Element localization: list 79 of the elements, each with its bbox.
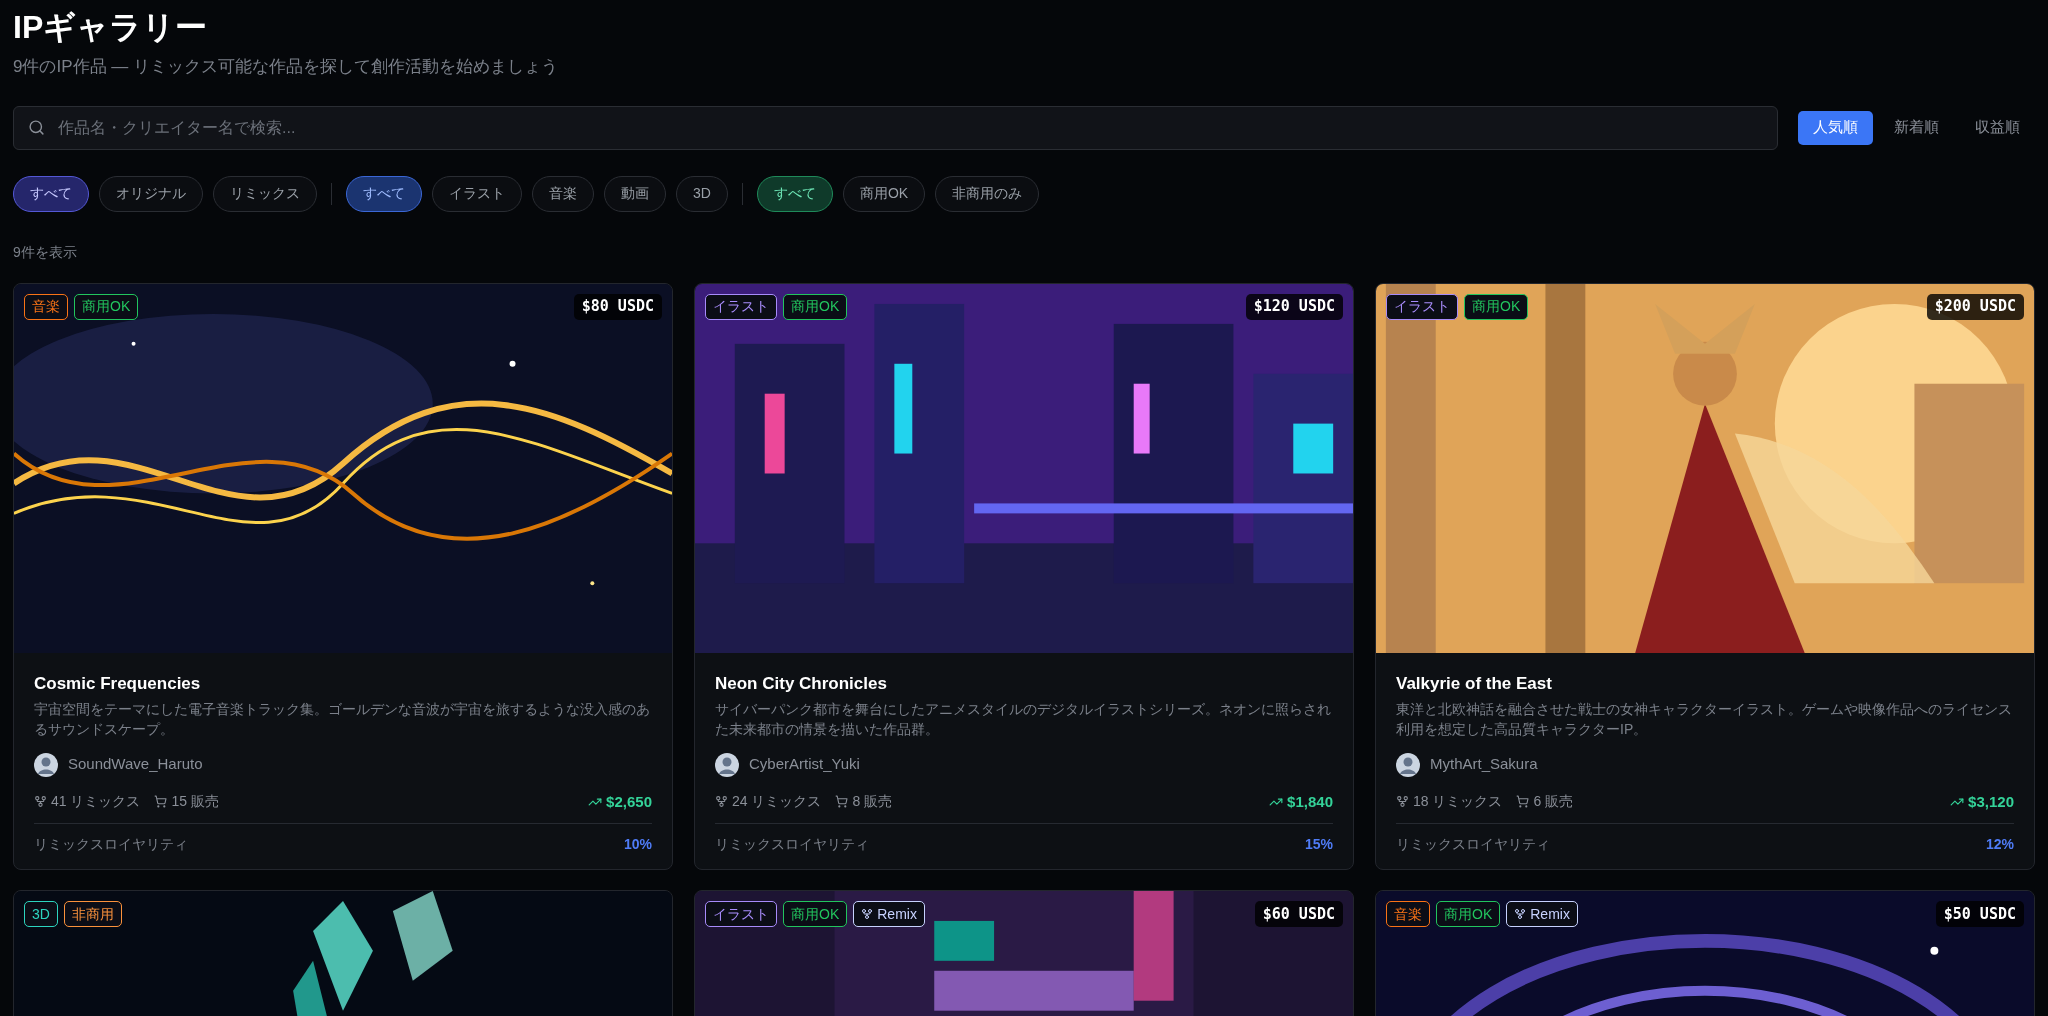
avatar-icon — [1396, 752, 1420, 777]
sales-count: 8 販売 — [852, 792, 893, 812]
fork-icon — [861, 908, 874, 920]
tag: 非商用 — [63, 901, 122, 927]
sales-count: 6 販売 — [1533, 792, 1574, 812]
card-title: Cosmic Frequencies — [34, 672, 202, 695]
royalty-label: リミックスロイヤリティ — [1396, 835, 1550, 854]
royalty-label: リミックスロイヤリティ — [34, 835, 188, 854]
remix-tag: Remix — [853, 901, 925, 927]
filter-chip[interactable]: イラスト — [432, 175, 522, 212]
sales-count: 15 販売 — [171, 792, 219, 812]
royalty-label: リミックスロイヤリティ — [715, 835, 869, 854]
card-description: サイバーパンク都市を舞台にしたアニメスタイルのデジタルイラストシリーズ。ネオンに照らされた未来都市の情景を描いた作品群。 — [715, 699, 1332, 739]
sort-tab[interactable]: 新着順 — [1879, 110, 1954, 145]
filter-chip[interactable]: オリジナル — [99, 175, 203, 212]
tag: イラスト — [705, 901, 777, 927]
tag: イラスト — [705, 293, 777, 320]
filter-chip[interactable]: 3D — [676, 175, 728, 212]
card-title: Valkyrie of the East — [1396, 672, 1553, 695]
remix-tag: Remix — [1506, 901, 1578, 927]
artwork-card[interactable]: イラスト 商用OK $120 USDC Neon City Chronicles サイバーパンク都市を舞台にしたアニメスタイルのデジタルイラストシリーズ。ネオンに照らされた未来都市の情景を描いた作品群。 CyberArtist_Yuki 24 リミックス 8 販売 $1,840 リミックスロイヤリティ 15% — [694, 282, 1354, 870]
remix-count: 41 リミックス — [51, 792, 141, 812]
creator-name[interactable]: CyberArtist_Yuki — [749, 753, 860, 776]
fork-icon — [1396, 795, 1409, 809]
royalty-rate: 12% — [1985, 835, 2014, 854]
filter-chip[interactable]: 音楽 — [532, 175, 594, 212]
remix-count: 24 リミックス — [732, 792, 822, 812]
artwork-card[interactable]: 3D 非商用 — [13, 890, 673, 1016]
artwork-card[interactable]: イラスト 商用OK $200 USDC Valkyrie of the East 東洋と北欧神話を融合させた戦士の女神キャラクターイラスト。ゲームや映像作品へのライセンス利用を想定した高品質キャラクターIP。 MythArt_Sakura 18 リミックス 6 販売 $3,120 リミックスロイヤリティ 12% — [1375, 282, 2035, 870]
price-tag: $50 USDC — [1935, 901, 2024, 927]
fork-icon — [1514, 908, 1527, 920]
cart-icon — [154, 795, 168, 809]
tag: イラスト — [1386, 293, 1458, 320]
page-title: IPギャラリー — [13, 8, 209, 47]
tag: 3D — [24, 901, 58, 927]
search-icon — [28, 118, 45, 136]
royalty-rate: 15% — [1304, 835, 1333, 854]
filter-chip[interactable]: 非商用のみ — [935, 175, 1040, 212]
tag: 商用OK — [1464, 293, 1529, 320]
price-tag: $80 USDC — [573, 293, 662, 320]
result-count: 9件を表示 — [13, 242, 78, 262]
sort-tab[interactable]: 収益順 — [1960, 110, 2035, 145]
revenue: $3,120 — [1968, 791, 2014, 812]
filter-chip[interactable]: 商用OK — [842, 175, 926, 212]
cart-icon — [835, 795, 849, 809]
search-field[interactable]: 作品名・クリエイター名で検索... — [13, 105, 1778, 150]
avatar-icon — [34, 752, 58, 777]
price-tag: $60 USDC — [1254, 901, 1343, 927]
price-tag: $200 USDC — [1926, 293, 2024, 320]
filter-chip[interactable]: すべて — [756, 175, 833, 212]
tag: 商用OK — [783, 293, 848, 320]
price-tag: $120 USDC — [1245, 293, 1343, 320]
remix-count: 18 リミックス — [1413, 792, 1503, 812]
sort-tab[interactable]: 人気順 — [1798, 110, 1873, 145]
revenue: $2,650 — [606, 791, 652, 812]
filter-chip[interactable]: リミックス — [213, 175, 317, 212]
artwork-card[interactable]: 音楽 商用OK $80 USDC Cosmic Frequencies 宇宙空間をテーマにした電子音楽トラック集。ゴールデンな音波が宇宙を旅するような没入感のあるサウンドスケープ。 SoundWave_Haruto 41 リミックス 15 販売 $2,650 リミックスロイヤリティ 10% — [13, 282, 673, 870]
card-description: 宇宙空間をテーマにした電子音楽トラック集。ゴールデンな音波が宇宙を旅するような没入感のあるサウンドスケープ。 — [34, 699, 651, 739]
fork-icon — [34, 795, 47, 809]
cart-icon — [1516, 795, 1530, 809]
card-title: Neon City Chronicles — [715, 672, 888, 695]
filter-chip[interactable]: すべて — [13, 175, 89, 212]
fork-icon — [715, 795, 728, 809]
artwork-card[interactable]: 音楽 商用OK Remix $50 USDC — [1375, 890, 2035, 1016]
card-description: 東洋と北欧神話を融合させた戦士の女神キャラクターイラスト。ゲームや映像作品へのライセンス利用を想定した高品質キャラクターIP。 — [1396, 699, 2013, 739]
creator-name[interactable]: SoundWave_Haruto — [68, 753, 203, 776]
filter-chip[interactable]: 動画 — [604, 175, 666, 212]
revenue: $1,840 — [1287, 791, 1333, 812]
tag: 音楽 — [1386, 901, 1430, 927]
page-subtitle: 9件のIP作品 — リミックス可能な作品を探して創作活動を始めましょう — [13, 56, 559, 78]
tag: 商用OK — [1436, 901, 1501, 927]
royalty-rate: 10% — [623, 835, 652, 854]
tag: 商用OK — [783, 901, 848, 927]
creator-name[interactable]: MythArt_Sakura — [1430, 753, 1538, 776]
artwork-card[interactable]: イラスト 商用OK Remix $60 USDC — [694, 890, 1354, 1016]
avatar-icon — [715, 752, 739, 777]
tag: 音楽 — [24, 293, 68, 320]
tag: 商用OK — [74, 293, 139, 320]
filter-chip[interactable]: すべて — [346, 175, 422, 212]
